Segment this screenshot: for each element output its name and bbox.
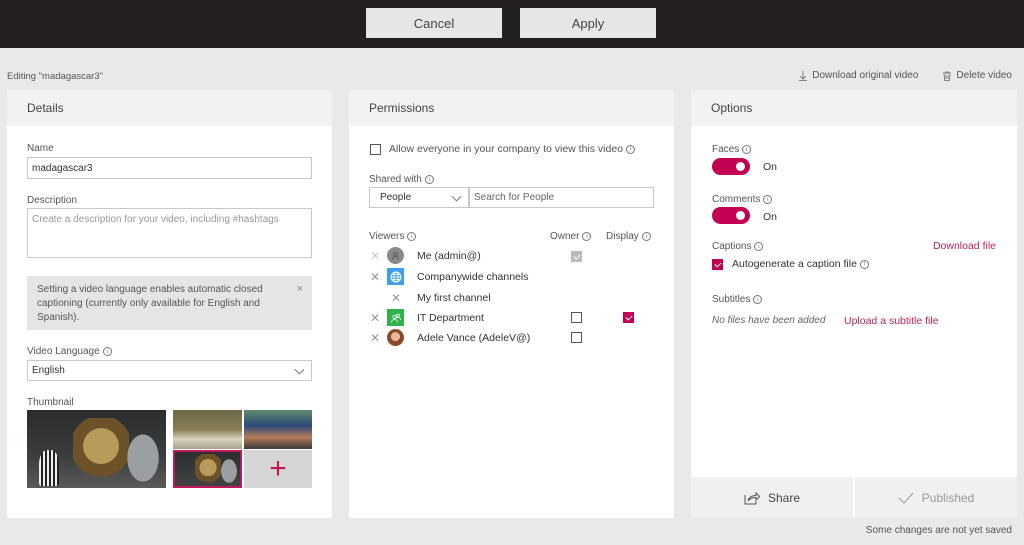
captions-label: Captions i [712,241,764,252]
download-icon [799,70,808,81]
owner-column-label: Owner i [550,231,592,242]
allow-everyone-checkbox[interactable] [370,144,381,155]
delete-video-link[interactable]: Delete video [942,70,1012,81]
owner-checkbox[interactable] [571,312,582,323]
display-checkbox[interactable] [623,312,634,323]
save-status: Some changes are not yet saved [865,525,1012,536]
viewer-name: Companywide channels [417,271,529,283]
allow-everyone-label: Allow everyone in your company to view t… [389,143,636,155]
share-button[interactable]: Share [691,477,853,518]
download-label: Download original video [812,70,919,81]
owner-checkbox [571,251,582,262]
video-language-label: Video Language i [27,346,112,357]
shared-type-value: People [380,192,412,203]
remove-viewer-icon[interactable]: ✕ [370,271,380,283]
viewer-name: My first channel [417,292,491,304]
comments-toggle[interactable] [712,207,750,224]
info-icon[interactable]: i [742,145,752,154]
upload-subtitle-link[interactable]: Upload a subtitle file [844,315,939,327]
faces-state: On [763,161,778,173]
checkmark-icon [898,492,914,504]
info-icon[interactable]: i [424,175,434,184]
info-icon[interactable]: i [859,259,869,269]
editing-title: Editing "madagascar3" [7,71,103,82]
video-actions: Download original video Delete video [798,70,1012,81]
download-file-link[interactable]: Download file [933,240,996,252]
remove-viewer-icon[interactable]: ✕ [391,292,401,304]
remove-viewer-icon[interactable]: ✕ [370,332,380,344]
share-icon [744,491,760,504]
autogenerate-caption-checkbox[interactable] [712,259,723,270]
info-icon[interactable]: i [626,144,636,154]
remove-viewer-icon[interactable]: ✕ [370,312,380,324]
info-icon[interactable]: i [754,242,764,251]
chevron-down-icon [451,191,462,202]
notice-text: Setting a video language enables automat… [37,284,263,323]
permissions-panel: Permissions Allow everyone in your compa… [349,90,674,518]
published-label: Published [921,490,975,505]
thumbnail-option-1[interactable] [173,410,242,449]
info-icon[interactable]: i [641,232,651,241]
selected-thumbnail-preview [27,410,166,488]
shared-with-label: Shared with i [369,174,434,185]
viewers-label: Viewers i [369,231,417,242]
details-header: Details [7,90,332,126]
published-button[interactable]: Published [855,477,1017,518]
no-subtitles-text: No files have been added [712,315,826,326]
options-header: Options [691,90,1017,126]
trash-icon [943,71,952,81]
person-icon [387,247,404,264]
info-icon[interactable]: i [102,347,112,356]
language-notice: Setting a video language enables automat… [27,276,312,330]
close-icon[interactable]: × [297,282,303,296]
shared-with-type-select[interactable]: People [369,187,469,208]
info-icon[interactable]: i [582,232,592,241]
name-input[interactable]: madagascar3 [27,157,312,179]
photo-avatar [387,329,404,346]
info-icon[interactable]: i [753,295,763,304]
display-column-label: Display i [606,231,651,242]
info-icon[interactable]: i [763,195,773,204]
video-language-value: English [32,365,65,376]
add-thumbnail-button[interactable]: + [244,450,312,488]
video-language-select[interactable]: English [27,360,312,381]
comments-label: Comments i [712,194,773,205]
remove-viewer-icon[interactable]: ✕ [370,250,380,262]
plus-icon: + [269,452,287,485]
viewer-name: Me (admin@) [417,250,481,262]
info-icon[interactable]: i [407,232,417,241]
autogenerate-caption-label: Autogenerate a caption file i [732,258,869,270]
apply-button[interactable]: Apply [520,8,656,38]
details-panel: Details Name madagascar3 Description Cre… [7,90,332,518]
top-bar: Cancel Apply [0,0,1024,48]
description-label: Description [27,195,78,206]
chevron-down-icon [294,364,305,375]
globe-icon [387,268,404,285]
thumbnail-option-3-selected[interactable] [173,450,242,488]
search-people-input[interactable]: Search for People [469,187,654,208]
options-panel: Options Faces i On Comments i On Captions i… [691,90,1017,518]
faces-label: Faces i [712,144,752,155]
thumbnail-label: Thumbnail [27,397,74,408]
download-original-video-link[interactable]: Download original video [798,70,918,81]
share-label: Share [767,490,801,505]
description-input[interactable]: Create a description for your video, inc… [27,208,312,258]
delete-label: Delete video [956,70,1012,81]
faces-toggle[interactable] [712,158,750,175]
thumbnail-option-2[interactable] [244,410,312,449]
group-icon [387,309,404,326]
subtitles-label: Subtitles i [712,294,763,305]
name-label: Name [27,143,54,154]
viewer-name: Adele Vance (AdeleV@) [417,332,531,344]
permissions-header: Permissions [349,90,674,126]
cancel-button[interactable]: Cancel [366,8,502,38]
viewer-name: IT Department [417,312,484,324]
owner-checkbox[interactable] [571,332,582,343]
comments-state: On [763,211,778,223]
